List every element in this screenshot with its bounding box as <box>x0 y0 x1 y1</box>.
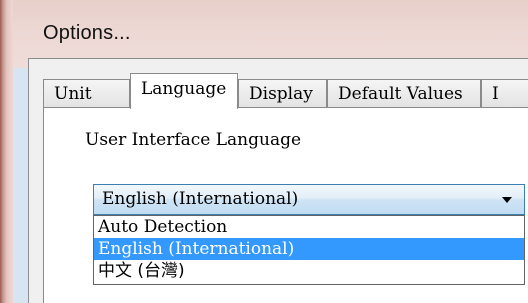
option-label: 中文 (台灣) <box>98 261 185 281</box>
tab-language[interactable]: Language <box>130 73 238 109</box>
tab-unit[interactable]: Unit <box>43 79 130 107</box>
tab-overflow[interactable]: I <box>481 79 528 107</box>
tab-display[interactable]: Display <box>238 79 327 107</box>
option-label: English (International) <box>98 239 295 259</box>
tab-label: Unit <box>54 84 92 104</box>
tab-label: Display <box>249 84 313 104</box>
option-chinese-taiwan[interactable]: 中文 (台灣) <box>94 260 524 282</box>
language-dropdown-list: Auto Detection English (International) 中… <box>93 215 525 285</box>
tab-label: Default Values <box>338 84 463 104</box>
options-window: Options... Unit Language Display Default… <box>0 0 528 303</box>
option-label: Auto Detection <box>98 217 228 237</box>
combobox-selected-value: English (International) <box>102 189 299 209</box>
dialog-client-area: Unit Language Display Default Values I U… <box>28 58 528 303</box>
tab-label: I <box>492 84 499 104</box>
language-tab-panel: User Interface Language English (Interna… <box>43 107 528 303</box>
tab-label: Language <box>141 79 227 99</box>
tab-default-values[interactable]: Default Values <box>327 79 481 107</box>
option-english-international[interactable]: English (International) <box>94 238 524 260</box>
window-left-frame <box>0 0 13 303</box>
option-auto-detection[interactable]: Auto Detection <box>94 216 524 238</box>
tab-strip: Unit Language Display Default Values I <box>43 73 528 109</box>
language-combobox[interactable]: English (International) <box>93 184 525 215</box>
chevron-down-icon[interactable] <box>502 197 512 203</box>
user-interface-language-label: User Interface Language <box>85 130 302 150</box>
window-title: Options... <box>43 22 131 44</box>
